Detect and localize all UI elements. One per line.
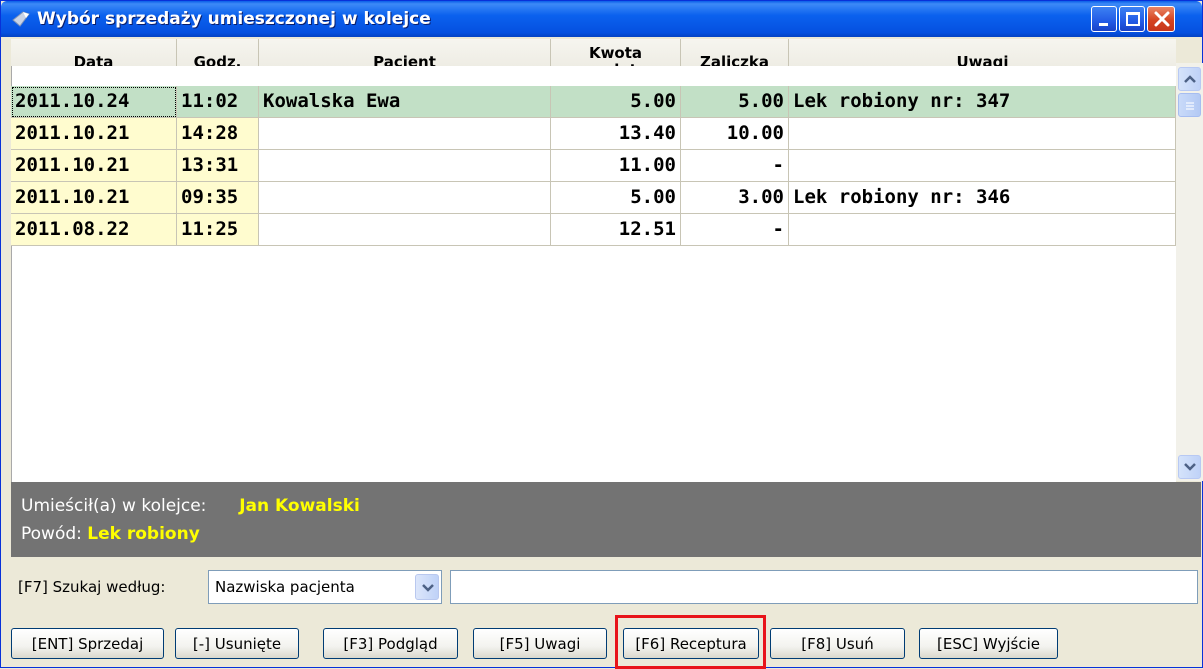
preview-button[interactable]: [F3] Podgląd [323,628,458,659]
cell-patient [259,214,551,246]
cell-date: 2011.08.22 [11,214,177,246]
table-row[interactable]: 2011.08.22 11:25 12.51 - [11,214,1176,246]
cell-amount: 11.00 [551,150,681,182]
cell-notes [789,214,1176,246]
close-button[interactable] [1147,6,1175,32]
notes-button[interactable]: [F5] Uwagi [473,628,607,659]
title-bar[interactable]: Wybór sprzedaży umieszczonej w kolejce [1,1,1202,37]
minimize-icon [1099,23,1108,26]
cell-date: 2011.10.24 [11,86,177,118]
cell-advance: - [681,214,789,246]
info-panel: Umieścił(a) w kolejce: Jan Kowalski Powó… [11,482,1201,557]
maximize-button[interactable] [1119,6,1145,32]
exit-button[interactable]: [ESC] Wyjście [919,628,1058,659]
reason-label: Powód: [21,524,82,544]
cell-date: 2011.10.21 [11,118,177,150]
scroll-thumb[interactable] [1178,93,1201,117]
cell-date: 2011.10.21 [11,182,177,214]
cell-patient [259,118,551,150]
app-icon [12,11,30,27]
cell-advance: 10.00 [681,118,789,150]
table-row[interactable]: 2011.10.21 09:35 5.00 3.00 Lek robiony n… [11,182,1176,214]
window-title: Wybór sprzedaży umieszczonej w kolejce [37,9,431,29]
cell-amount: 5.00 [551,182,681,214]
vertical-scrollbar[interactable] [1176,63,1203,481]
chevron-down-icon [1184,463,1196,471]
delete-button[interactable]: [F8] Usuń [770,628,905,659]
cell-notes [789,150,1176,182]
search-label: [F7] Szukaj według: [18,578,166,596]
dropdown-button[interactable] [415,574,439,600]
close-icon [1154,11,1170,27]
table-row[interactable]: 2011.10.21 14:28 13.40 10.00 [11,118,1176,150]
minimize-button[interactable] [1091,6,1117,32]
chevron-down-icon [422,584,434,592]
highlight-annotation [615,615,766,669]
placed-by-line: Umieścił(a) w kolejce: Jan Kowalski [21,496,360,516]
grip-icon [1186,102,1194,110]
scroll-down-button[interactable] [1178,455,1201,479]
cell-patient [259,182,551,214]
cell-advance: 3.00 [681,182,789,214]
scroll-up-button[interactable] [1178,67,1201,91]
cell-patient: Kowalska Ewa [259,86,551,118]
cell-date: 2011.10.21 [11,150,177,182]
cell-notes: Lek robiony nr: 347 [789,86,1176,118]
search-input[interactable] [450,570,1198,604]
chevron-up-icon [1184,75,1196,83]
cell-patient [259,150,551,182]
sell-button[interactable]: [ENT] Sprzedaj [11,628,164,659]
cell-notes [789,118,1176,150]
table-row[interactable]: 2011.10.24 11:02 Kowalska Ewa 5.00 5.00 … [11,86,1176,118]
cell-time: 13:31 [177,150,259,182]
cell-amount: 12.51 [551,214,681,246]
column-header-amount-line1: Kwota [588,44,643,62]
cell-notes: Lek robiony nr: 346 [789,182,1176,214]
cell-advance: 5.00 [681,86,789,118]
cell-time: 09:35 [177,182,259,214]
cell-amount: 5.00 [551,86,681,118]
cell-time: 14:28 [177,118,259,150]
search-by-select[interactable]: Nazwiska pacjenta [208,570,442,604]
reason-value: Lek robiony [87,524,200,544]
table-row[interactable]: 2011.10.21 13:31 11.00 - [11,150,1176,182]
placed-by-value: Jan Kowalski [239,496,360,516]
search-by-value: Nazwiska pacjenta [215,578,355,596]
placed-by-label: Umieścił(a) w kolejce: [21,496,207,516]
cell-time: 11:25 [177,214,259,246]
removed-button[interactable]: [-] Usunięte [175,628,299,659]
reason-line: Powód: Lek robiony [21,524,200,544]
dialog-window: Wybór sprzedaży umieszczonej w kolejce D… [0,0,1203,669]
cell-amount: 13.40 [551,118,681,150]
cell-advance: - [681,150,789,182]
maximize-icon [1126,12,1140,26]
cell-time: 11:02 [177,86,259,118]
